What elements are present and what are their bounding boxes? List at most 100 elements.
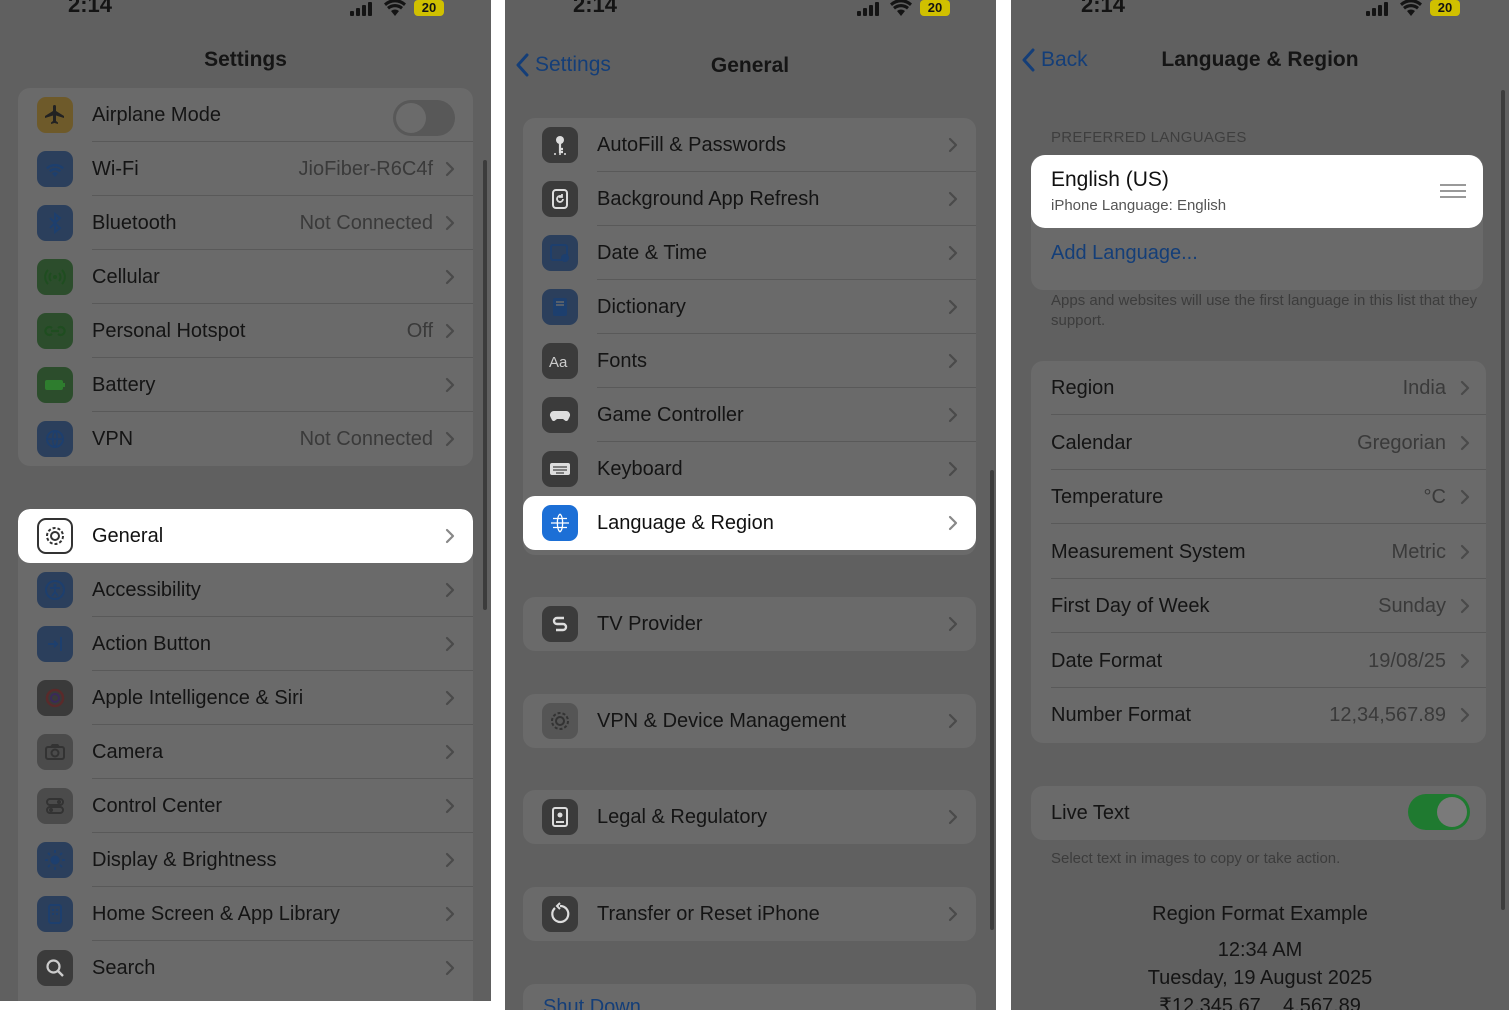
language-row-english[interactable]: English (US) iPhone Language: English <box>1031 155 1483 228</box>
globe-icon <box>542 505 578 541</box>
chevron-right-icon <box>1460 653 1470 668</box>
live-text-toggle[interactable] <box>1408 794 1470 830</box>
status-bar: 2:14 20 <box>0 0 491 22</box>
live-text-caption: Select text in images to copy or take ac… <box>1051 850 1341 867</box>
chevron-right-icon <box>948 713 958 729</box>
general-group-main: AutoFill & Passwords Background App Refre… <box>523 118 976 555</box>
settings-row-temperature[interactable]: Temperature °C <box>1031 470 1486 524</box>
settings-panel: 2:14 20 Settings Airplane Mode Wi-Fi JioFi… <box>0 0 491 1001</box>
settings-row-general[interactable]: General <box>18 509 473 563</box>
row-label: Search <box>92 957 156 979</box>
cellular-signal-icon <box>857 2 883 16</box>
settings-row-keyboard[interactable]: Keyboard <box>523 442 976 496</box>
row-label: VPN <box>92 428 134 450</box>
settings-row-accessibility[interactable]: Accessibility <box>18 563 473 617</box>
chevron-right-icon <box>1460 489 1470 505</box>
key-icon <box>542 127 578 163</box>
row-label: Display & Brightness <box>92 849 277 871</box>
row-label: General <box>92 525 164 547</box>
status-time: 2:14 <box>573 0 618 17</box>
settings-row-date-time[interactable]: Date & Time <box>523 226 976 280</box>
settings-row-dictionary[interactable]: Dictionary <box>523 280 976 334</box>
settings-row-action-button[interactable]: Action Button <box>18 617 473 671</box>
status-time: 2:14 <box>68 0 113 17</box>
scrollbar[interactable] <box>1501 90 1505 910</box>
accessibility-icon <box>37 572 73 608</box>
settings-row-display-brightness[interactable]: Display & Brightness <box>18 833 473 887</box>
row-label: Battery <box>92 374 156 396</box>
settings-row-control-center[interactable]: Control Center <box>18 779 473 833</box>
page-title: Settings <box>204 48 287 71</box>
add-language-button[interactable]: Add Language... <box>1051 242 1198 265</box>
settings-row-tv-provider[interactable]: TV Provider <box>523 597 976 651</box>
reorder-handle-icon[interactable] <box>1439 183 1467 199</box>
row-label: Apple Intelligence & Siri <box>92 687 304 709</box>
general-group-shutdown: Shut Down <box>523 984 976 1010</box>
chevron-right-icon <box>948 515 958 531</box>
row-label: Cellular <box>92 266 160 288</box>
settings-row-transfer-or-reset-iphone[interactable]: Transfer or Reset iPhone <box>523 887 976 941</box>
general-group-tv: TV Provider <box>523 597 976 651</box>
settings-row-camera[interactable]: Camera <box>18 725 473 779</box>
settings-row-region[interactable]: Region India <box>1031 361 1486 415</box>
settings-row-home-screen-app-library[interactable]: Home Screen & App Library <box>18 887 473 941</box>
shut-down-button[interactable]: Shut Down <box>543 996 641 1010</box>
siri-icon <box>37 680 73 716</box>
connectivity-group: Airplane Mode Wi-Fi JioFiber-R6C4f Bluetoot… <box>18 88 473 466</box>
row-value: °C <box>1423 486 1446 508</box>
settings-row-fonts[interactable]: Aa Fonts <box>523 334 976 388</box>
settings-row-personal-hotspot[interactable]: Personal Hotspot Off <box>18 304 473 358</box>
settings-row-measurement-system[interactable]: Measurement System Metric <box>1031 525 1486 579</box>
wifi-status-icon <box>890 0 912 16</box>
row-label: VPN & Device Management <box>597 710 847 732</box>
wifi-icon <box>37 151 73 187</box>
wifi-status-icon <box>1400 0 1422 16</box>
chevron-right-icon <box>948 407 958 423</box>
gear-icon <box>37 518 73 554</box>
settings-row-language-region[interactable]: Language & Region <box>523 496 976 550</box>
scrollbar[interactable] <box>990 470 994 930</box>
chevron-right-icon <box>445 852 455 868</box>
back-button[interactable]: Settings <box>515 53 611 77</box>
row-label: Date & Time <box>597 242 708 264</box>
settings-row-background-app-refresh[interactable]: Background App Refresh <box>523 172 976 226</box>
settings-row-apple-intelligence-siri[interactable]: Apple Intelligence & Siri <box>18 671 473 725</box>
chevron-right-icon <box>445 377 455 393</box>
back-button[interactable]: Back <box>1021 48 1088 72</box>
chevron-right-icon <box>948 191 958 207</box>
chevron-right-icon <box>948 353 958 369</box>
airplane-icon <box>37 97 73 133</box>
settings-row-airplane-mode[interactable]: Airplane Mode <box>18 88 473 142</box>
chevron-right-icon <box>445 690 455 706</box>
tv-provider-icon <box>542 606 578 642</box>
row-label: Accessibility <box>92 579 201 601</box>
control-center-icon <box>37 788 73 824</box>
settings-row-vpn[interactable]: VPN Not Connected <box>18 412 473 466</box>
settings-row-first-day-of-week[interactable]: First Day of Week Sunday <box>1031 579 1486 633</box>
settings-row-battery[interactable]: Battery <box>18 358 473 412</box>
settings-row-legal-regulatory[interactable]: Legal & Regulatory <box>523 790 976 844</box>
hotspot-icon <box>37 313 73 349</box>
chevron-right-icon <box>1460 380 1470 396</box>
row-label: Calendar <box>1051 431 1133 454</box>
settings-row-calendar[interactable]: Calendar Gregorian <box>1031 416 1486 470</box>
settings-row-vpn-device-management[interactable]: VPN & Device Management <box>523 694 976 748</box>
home-screen-icon <box>37 896 73 932</box>
general-group-legal: Legal & Regulatory <box>523 790 976 844</box>
scrollbar[interactable] <box>483 160 487 610</box>
region-settings-group: Region India Calendar Gregorian Temperature °… <box>1031 361 1486 743</box>
settings-row-search[interactable]: Search <box>18 941 473 995</box>
settings-row-autofill-passwords[interactable]: AutoFill & Passwords <box>523 118 976 172</box>
general-group-vpn: VPN & Device Management <box>523 694 976 748</box>
battery-status: 20 <box>414 0 444 16</box>
chevron-right-icon <box>445 431 455 447</box>
row-value: Not Connected <box>299 212 433 234</box>
settings-row-date-format[interactable]: Date Format 19/08/25 <box>1031 634 1486 688</box>
general-panel: 2:14 20 Settings General AutoFill & Pass… <box>505 0 996 1010</box>
settings-row-number-format[interactable]: Number Format 12,34,567.89 <box>1031 688 1486 742</box>
settings-row-cellular[interactable]: Cellular <box>18 250 473 304</box>
airplane-mode-toggle[interactable] <box>393 100 455 136</box>
settings-row-bluetooth[interactable]: Bluetooth Not Connected <box>18 196 473 250</box>
settings-row-wi-fi[interactable]: Wi-Fi JioFiber-R6C4f <box>18 142 473 196</box>
settings-row-game-controller[interactable]: Game Controller <box>523 388 976 442</box>
